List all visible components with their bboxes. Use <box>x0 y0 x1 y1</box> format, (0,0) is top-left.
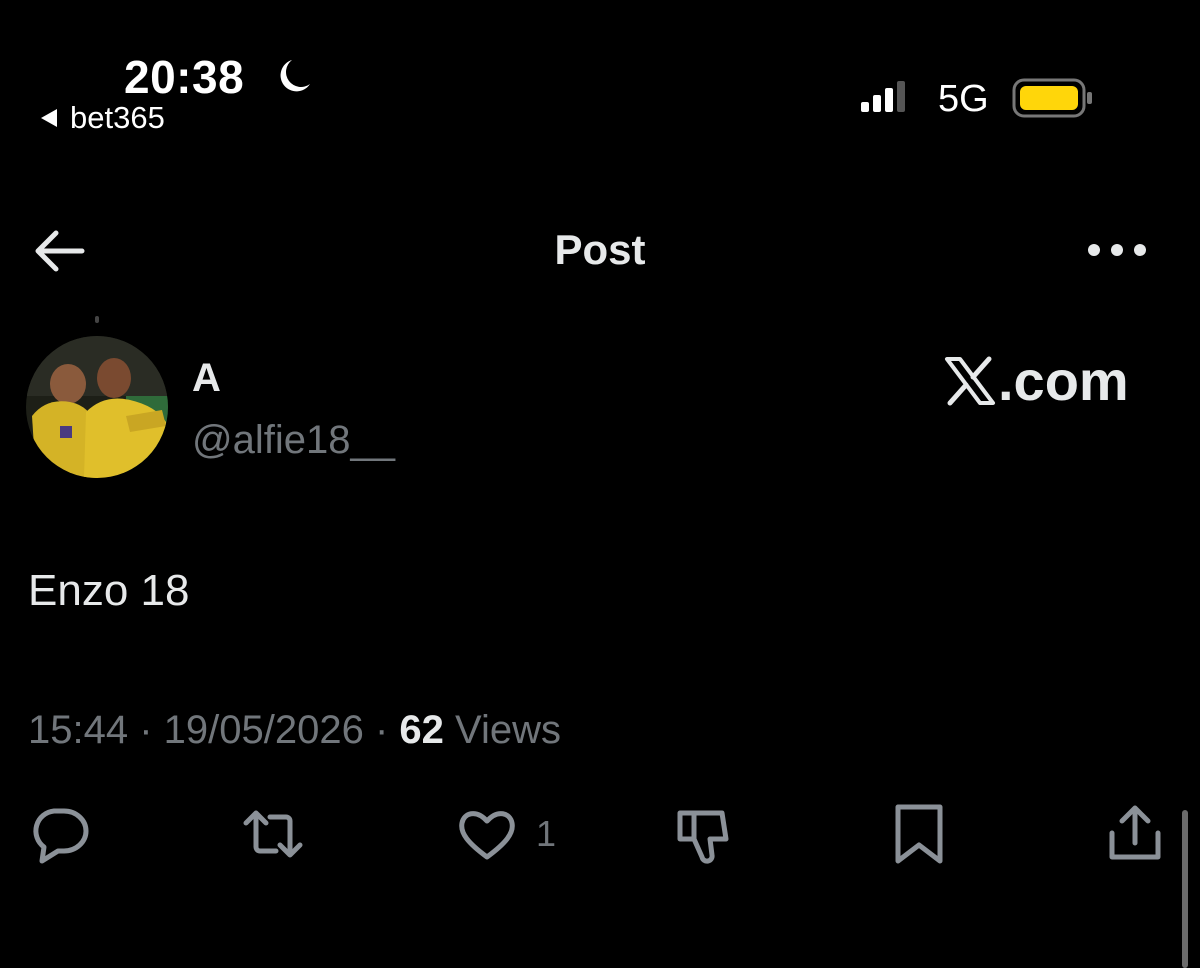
x-logo-icon <box>945 356 995 405</box>
meta-separator: · <box>363 708 400 752</box>
thread-indicator <box>95 316 99 323</box>
like-icon <box>459 811 515 860</box>
like-count: 1 <box>536 813 557 854</box>
scrollbar-thumb[interactable] <box>1182 810 1188 968</box>
avatar-image <box>26 336 168 478</box>
reply-button[interactable] <box>28 804 90 864</box>
reply-icon <box>33 808 89 864</box>
post-text: Enzo 18 <box>28 566 190 615</box>
status-time: 20:38 <box>124 51 245 103</box>
battery-icon <box>1012 78 1092 118</box>
back-triangle-icon <box>41 109 57 127</box>
repost-button[interactable] <box>242 804 304 864</box>
bookmark-icon <box>895 804 943 864</box>
dislike-button[interactable] <box>672 804 734 864</box>
views-label: Views <box>455 708 562 752</box>
author-handle[interactable]: @alfie18__ <box>192 418 395 463</box>
views-count[interactable]: 62 <box>399 708 444 752</box>
avatar[interactable] <box>26 336 168 478</box>
share-button[interactable] <box>1104 804 1166 864</box>
author-display-name[interactable]: A <box>192 356 221 401</box>
brand-domain-text: .com <box>998 349 1129 412</box>
share-icon <box>1109 805 1161 860</box>
like-button[interactable]: 1 <box>456 804 556 864</box>
post-time: 15:44 <box>28 708 129 752</box>
network-label: 5G <box>938 78 989 120</box>
post-meta: 15:44 · 19/05/2026 · 62 Views <box>28 708 561 753</box>
bookmark-button[interactable] <box>888 804 950 864</box>
meta-separator: · <box>128 708 164 752</box>
page-title: Post <box>554 226 646 273</box>
post-date: 19/05/2026 <box>163 708 364 752</box>
repost-icon <box>243 810 303 858</box>
moon-icon <box>280 60 310 92</box>
back-to-app-button[interactable]: bet365 <box>38 100 165 136</box>
signal-icon <box>861 81 905 112</box>
dislike-icon <box>677 810 729 864</box>
back-app-label: bet365 <box>70 100 165 135</box>
more-icon[interactable] <box>1086 240 1148 260</box>
brand-watermark: .com <box>944 348 1129 413</box>
